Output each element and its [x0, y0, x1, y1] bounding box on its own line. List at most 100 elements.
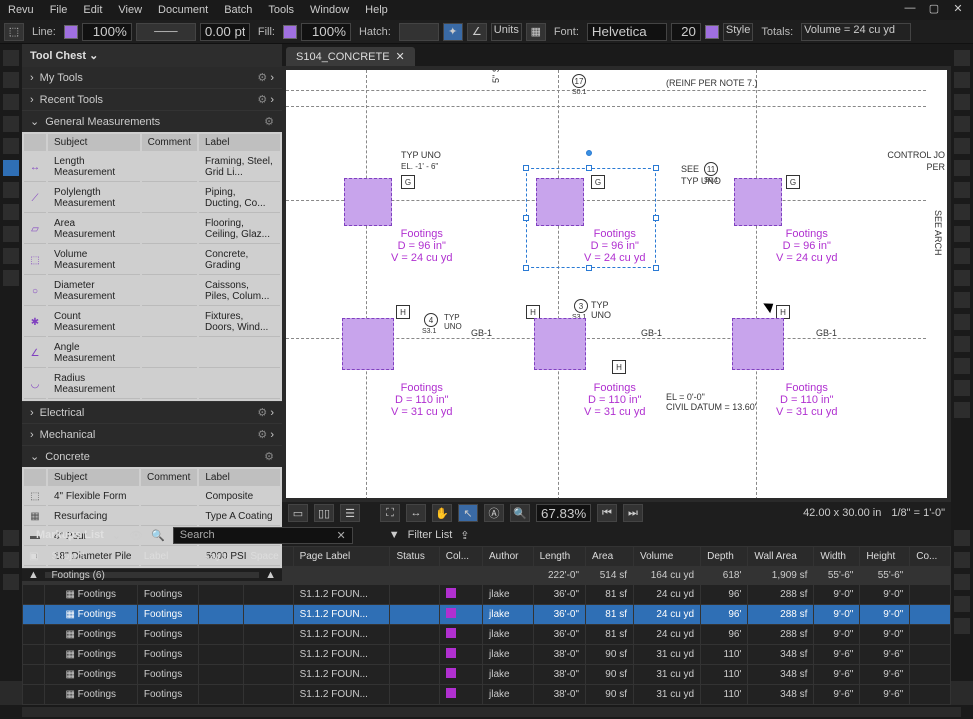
search-input[interactable]: Search✕	[173, 527, 353, 544]
document-tab[interactable]: S104_CONCRETE✕	[286, 47, 415, 66]
rail-search-icon[interactable]	[3, 116, 19, 132]
col-header[interactable]: Depth	[701, 547, 748, 567]
footing-3[interactable]	[734, 178, 782, 226]
gear-icon[interactable]: ⚙	[257, 407, 267, 419]
rtool-count-icon[interactable]	[954, 336, 970, 352]
menu-document[interactable]: Document	[158, 4, 208, 16]
markup-row[interactable]: ▦ FootingsFootingsS1.1.2 FOUN...jlake36'…	[23, 585, 951, 605]
gear-icon[interactable]: ⚙	[257, 94, 267, 106]
tool-row[interactable]: ∠Angle Measurement	[24, 339, 280, 368]
view-split-v-icon[interactable]: ▯▯	[314, 504, 334, 522]
tool-row[interactable]: ✱Count MeasurementFixtures, Doors, Wind.…	[24, 308, 280, 337]
gear-icon[interactable]: ⚙	[257, 429, 267, 441]
fit-width-icon[interactable]: ↔	[406, 504, 426, 522]
font-size[interactable]	[671, 23, 701, 41]
view-split-h-icon[interactable]: ☰	[340, 504, 360, 522]
markup-row[interactable]: ▦ FootingsFootingsS1.1.2 FOUN...jlake38'…	[23, 665, 951, 685]
rail-br-5-icon[interactable]	[954, 618, 970, 634]
font-color-swatch[interactable]	[705, 25, 719, 39]
fit-page-icon[interactable]: ⛶	[380, 504, 400, 522]
rail-studio-icon[interactable]	[3, 270, 19, 286]
rtool-polyline-icon[interactable]	[954, 204, 970, 220]
rtool-callout-icon[interactable]	[954, 292, 970, 308]
drawing-canvas[interactable]: (REINF PER NOTE 7.) TYP UNO EL. -1' - 6"…	[286, 70, 947, 498]
section-my-tools[interactable]: My Tools	[40, 72, 83, 84]
rtool-eraser-icon[interactable]	[954, 358, 970, 374]
rail-forms-icon[interactable]	[3, 204, 19, 220]
pan-icon[interactable]: ✋	[432, 504, 452, 522]
prev-page-icon[interactable]: ⏮	[597, 504, 617, 522]
col-comment[interactable]: Comment	[142, 134, 197, 151]
footing-5[interactable]	[534, 318, 586, 370]
rail-toolchest-icon[interactable]	[3, 160, 19, 176]
menu-revu[interactable]: Revu	[8, 4, 34, 16]
section-general-measurements[interactable]: General Measurements	[45, 116, 160, 128]
chevron-down-icon[interactable]: ⌄	[112, 529, 121, 542]
horizontal-scrollbar[interactable]	[22, 707, 961, 717]
col-header[interactable]: Volume	[633, 547, 700, 567]
fill-opacity[interactable]	[301, 23, 351, 41]
tab-close-icon[interactable]: ✕	[396, 50, 405, 63]
tool-row[interactable]: ▦ResurfacingType A Coating	[24, 508, 280, 526]
snap-toggle-icon[interactable]: ✦	[443, 23, 463, 41]
col-header[interactable]: Width	[814, 547, 860, 567]
col-label[interactable]: Label	[199, 469, 280, 486]
line-color-swatch[interactable]	[64, 25, 78, 39]
rtool-more-icon[interactable]	[954, 402, 970, 418]
clear-icon[interactable]: ✕	[337, 529, 346, 542]
rtool-pen-icon[interactable]	[954, 72, 970, 88]
rtool-ellipse-icon[interactable]	[954, 182, 970, 198]
gear-icon[interactable]: ⚙	[264, 115, 274, 128]
select-icon[interactable]: ↖	[458, 504, 478, 522]
col-header[interactable]: Length	[533, 547, 585, 567]
menu-edit[interactable]: Edit	[83, 4, 102, 16]
minimize-button[interactable]: —	[903, 2, 917, 15]
line-opacity[interactable]	[82, 23, 132, 41]
rail-br-2-icon[interactable]	[954, 552, 970, 568]
col-header[interactable]: Author	[483, 547, 534, 567]
view-single-icon[interactable]: ▭	[288, 504, 308, 522]
tool-row[interactable]: ◡Radius Measurement	[24, 370, 280, 399]
section-electrical[interactable]: Electrical	[40, 407, 85, 419]
rail-br-4-icon[interactable]	[954, 596, 970, 612]
col-comment[interactable]: Comment	[141, 469, 197, 486]
zoom-value[interactable]	[536, 504, 591, 522]
rtool-cloud-icon[interactable]	[954, 226, 970, 242]
rail-thumbnails-icon[interactable]	[3, 50, 19, 66]
rail-properties-icon[interactable]	[3, 94, 19, 110]
col-header[interactable]: Page Label	[293, 547, 390, 567]
units-dropdown[interactable]: Units	[491, 23, 522, 41]
menu-help[interactable]: Help	[365, 4, 388, 16]
col-subject[interactable]: Subject	[48, 469, 139, 486]
zoom-icon[interactable]: 🔍	[510, 504, 530, 522]
col-label[interactable]: Label	[199, 134, 280, 151]
col-header[interactable]: Area	[586, 547, 634, 567]
rtool-stamp-icon[interactable]	[954, 248, 970, 264]
section-concrete[interactable]: Concrete	[45, 451, 90, 463]
rail-sets-icon[interactable]	[3, 574, 19, 590]
rtool-rect-icon[interactable]	[954, 160, 970, 176]
angle-icon[interactable]: ∠	[467, 23, 487, 41]
rail-measurements-icon[interactable]	[3, 138, 19, 154]
markup-row[interactable]: ▦ FootingsFootingsS1.1.2 FOUN...jlake36'…	[23, 625, 951, 645]
export-icon[interactable]: ⇪	[460, 529, 469, 542]
rail-layers-icon[interactable]	[3, 182, 19, 198]
rail-br-1-icon[interactable]	[954, 530, 970, 546]
section-mechanical[interactable]: Mechanical	[40, 429, 96, 441]
filter-icon[interactable]: ▼	[389, 529, 400, 541]
col-header[interactable]: Co...	[910, 547, 951, 567]
rtool-dimension-icon[interactable]	[954, 314, 970, 330]
chevron-down-icon[interactable]: ⌄	[89, 50, 98, 62]
visibility-icon[interactable]: 👁	[129, 529, 143, 542]
appearance-icon[interactable]: ▦	[526, 23, 546, 41]
menu-view[interactable]: View	[118, 4, 142, 16]
hatch-dropdown[interactable]	[399, 23, 439, 41]
tool-row[interactable]: ⬚4" Flexible FormComposite	[24, 488, 280, 506]
search-icon[interactable]: 🔍	[151, 529, 165, 542]
rtool-text-icon[interactable]	[954, 50, 970, 66]
text-select-icon[interactable]: Ⓐ	[484, 504, 504, 522]
footing-1[interactable]	[344, 178, 392, 226]
tool-row[interactable]: ⬚Volume MeasurementConcrete, Grading	[24, 246, 280, 275]
next-page-icon[interactable]: ⏭	[623, 504, 643, 522]
line-width[interactable]	[200, 23, 250, 41]
